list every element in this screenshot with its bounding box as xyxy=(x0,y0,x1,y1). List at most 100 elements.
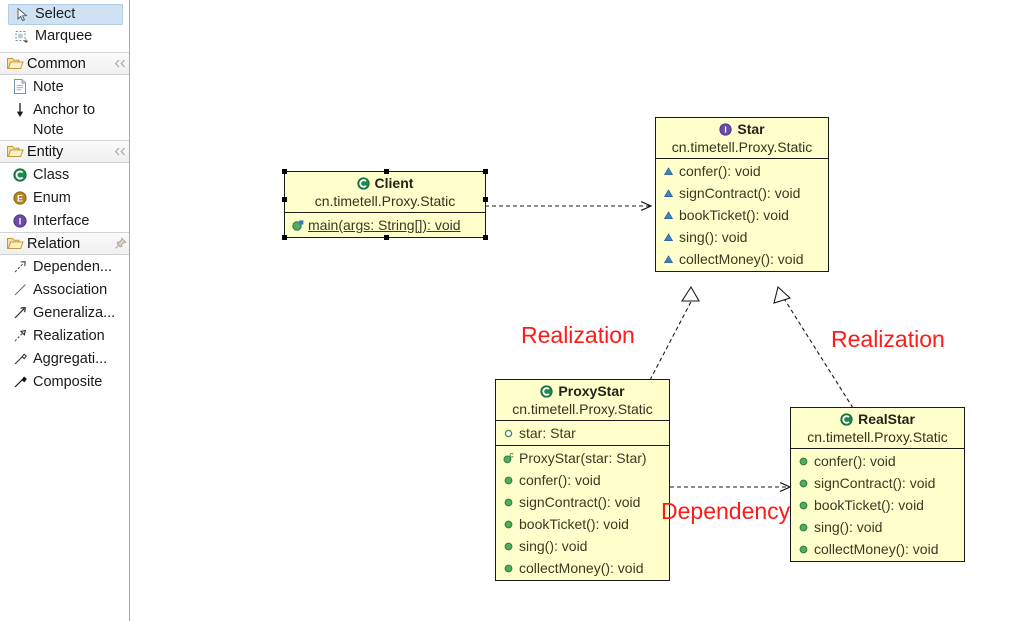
uml-member-row[interactable]: bookTicket(): void xyxy=(791,494,964,516)
uml-member-row[interactable]: collectMoney(): void xyxy=(656,248,828,270)
palette-tool-select[interactable]: Select xyxy=(8,4,123,25)
uml-member-row[interactable]: signContract(): void xyxy=(791,472,964,494)
palette-item-interface[interactable]: I Interface xyxy=(0,209,129,232)
palette-item-label: Generaliza... xyxy=(33,304,116,321)
annotation-dependency: Dependency xyxy=(661,498,791,524)
uml-class-client[interactable]: Client cn.timetell.Proxy.Static main(arg… xyxy=(282,169,488,240)
palette-section-title: Relation xyxy=(27,235,81,252)
uml-member-label: collectMoney(): void xyxy=(519,560,644,576)
collapse-chevrons-icon[interactable] xyxy=(111,147,129,156)
selection-handle[interactable] xyxy=(282,169,287,174)
palette-item-label: Anchor to Note xyxy=(33,102,96,138)
selection-handle[interactable] xyxy=(483,235,488,240)
palette-item-note[interactable]: Note xyxy=(0,75,129,98)
palette-item-aggregation[interactable]: Aggregati... xyxy=(0,347,129,370)
uml-class-proxystar[interactable]: ProxyStar cn.timetell.Proxy.Static star:… xyxy=(495,379,670,581)
uml-member-label: sing(): void xyxy=(519,538,588,554)
open-folder-icon xyxy=(5,144,25,159)
public-method-icon xyxy=(501,497,516,508)
uml-member-row[interactable]: confer(): void xyxy=(791,450,964,472)
collapse-chevrons-icon[interactable] xyxy=(111,59,129,68)
selection-handle[interactable] xyxy=(282,197,287,202)
palette-section-relation[interactable]: Relation xyxy=(0,232,129,255)
constructor-icon: C xyxy=(501,452,516,465)
uml-member-row[interactable]: C ProxyStar(star: Star) xyxy=(496,447,669,469)
uml-method-compartment: C ProxyStar(star: Star) confer(): void s… xyxy=(496,446,669,580)
uml-member-label: signContract(): void xyxy=(679,185,801,201)
palette-item-generalization[interactable]: Generaliza... xyxy=(0,301,129,324)
uml-class-package: cn.timetell.Proxy.Static xyxy=(496,401,669,421)
palette-item-association[interactable]: Association xyxy=(0,278,129,301)
uml-member-row[interactable]: confer(): void xyxy=(496,469,669,491)
selection-handle[interactable] xyxy=(483,197,488,202)
uml-member-label: star: Star xyxy=(519,425,576,441)
palette-section-common[interactable]: Common xyxy=(0,52,129,75)
application-window: Select Marquee Common Note Anchor to Not… xyxy=(0,0,1032,621)
note-icon xyxy=(10,78,30,96)
dependency-arrow-icon xyxy=(10,258,30,276)
uml-member-row[interactable]: collectMoney(): void xyxy=(791,538,964,560)
palette-item-class[interactable]: Class xyxy=(0,163,129,186)
palette-item-label: Composite xyxy=(33,373,103,390)
public-method-icon xyxy=(796,522,811,533)
palette-item-realization[interactable]: Realization xyxy=(0,324,129,347)
uml-member-row[interactable]: sing(): void xyxy=(656,226,828,248)
public-method-icon xyxy=(501,563,516,574)
uml-class-package: cn.timetell.Proxy.Static xyxy=(791,429,964,449)
palette-item-composite[interactable]: Composite xyxy=(0,370,129,393)
uml-member-label: collectMoney(): void xyxy=(814,541,939,557)
uml-class-name: Client xyxy=(374,175,414,191)
enum-e-icon: E xyxy=(10,189,30,207)
selection-handle[interactable] xyxy=(384,169,389,174)
uml-member-row[interactable]: signContract(): void xyxy=(656,182,828,204)
svg-text:C: C xyxy=(509,453,514,459)
uml-method-compartment: confer(): void signContract(): void book… xyxy=(656,159,828,271)
palette-section-title: Entity xyxy=(27,143,64,160)
uml-member-row[interactable]: signContract(): void xyxy=(496,491,669,513)
uml-member-row[interactable]: collectMoney(): void xyxy=(496,557,669,579)
uml-member-row[interactable]: confer(): void xyxy=(656,160,828,182)
anchor-arrow-icon xyxy=(10,100,30,120)
palette-item-enum[interactable]: E Enum xyxy=(0,186,129,209)
uml-member-row[interactable]: star: Star xyxy=(496,422,669,444)
palette-section-entity[interactable]: Entity xyxy=(0,140,129,163)
uml-member-label: signContract(): void xyxy=(519,494,641,510)
uml-member-row[interactable]: bookTicket(): void xyxy=(656,204,828,226)
uml-member-label: main(args: String[]): void xyxy=(308,217,461,233)
uml-member-row[interactable]: sing(): void xyxy=(791,516,964,538)
palette-item-label: Dependen... xyxy=(33,258,113,275)
pin-icon[interactable] xyxy=(111,237,129,250)
palette-item-label: Interface xyxy=(33,212,90,229)
uml-class-star[interactable]: I Star cn.timetell.Proxy.Static confer()… xyxy=(655,117,829,272)
palette-tool-marquee[interactable]: Marquee xyxy=(0,25,129,48)
interface-i-icon: I xyxy=(719,122,733,136)
palette-section-title: Common xyxy=(27,55,86,72)
uml-class-name: ProxyStar xyxy=(558,383,625,399)
palette-item-anchor-to-note[interactable]: Anchor to Note xyxy=(0,98,129,140)
interface-method-icon xyxy=(661,254,676,265)
selection-handle[interactable] xyxy=(483,169,488,174)
selection-handle[interactable] xyxy=(384,235,389,240)
uml-member-row[interactable]: main(args: String[]): void xyxy=(285,214,485,236)
relation-realization-proxystar-star[interactable] xyxy=(649,285,700,381)
public-static-method-icon xyxy=(290,219,305,232)
uml-member-row[interactable]: sing(): void xyxy=(496,535,669,557)
uml-class-name: RealStar xyxy=(858,411,915,427)
uml-member-label: sing(): void xyxy=(679,229,748,245)
palette-item-dependency[interactable]: Dependen... xyxy=(0,255,129,278)
selection-handle[interactable] xyxy=(282,235,287,240)
private-field-icon xyxy=(501,428,516,439)
uml-member-label: ProxyStar(star: Star) xyxy=(519,450,647,466)
svg-text:E: E xyxy=(17,193,23,203)
diagram-canvas[interactable]: Client cn.timetell.Proxy.Static main(arg… xyxy=(131,0,1032,621)
uml-class-title: ProxyStar xyxy=(496,380,669,401)
palette-item-label: Association xyxy=(33,281,108,298)
palette-tool-label: Marquee xyxy=(35,27,93,44)
class-c-icon xyxy=(540,384,554,398)
uml-member-row[interactable]: bookTicket(): void xyxy=(496,513,669,535)
uml-class-title: I Star xyxy=(656,118,828,139)
uml-class-name: Star xyxy=(737,121,765,137)
class-c-icon xyxy=(840,412,853,426)
uml-class-realstar[interactable]: RealStar cn.timetell.Proxy.Static confer… xyxy=(790,407,965,562)
annotation-realization-left: Realization xyxy=(521,322,635,348)
